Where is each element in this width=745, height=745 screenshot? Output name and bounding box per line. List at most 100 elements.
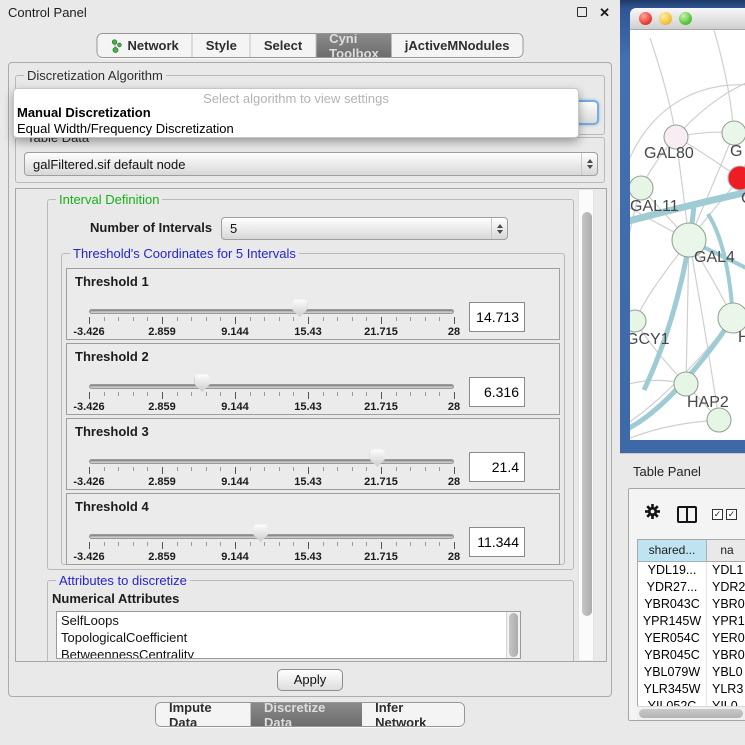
threshold-4-slider[interactable]: -3.4262.8599.14415.4321.71528 bbox=[89, 494, 454, 564]
numerical-attributes-list[interactable]: SelfLoopsTopologicalCoefficientBetweenne… bbox=[56, 611, 521, 659]
network-node[interactable] bbox=[630, 310, 646, 332]
node-label: G bbox=[730, 143, 742, 160]
apply-button[interactable]: Apply bbox=[277, 669, 343, 691]
dropdown-hint: Select algorithm to view settings bbox=[14, 89, 578, 105]
interval-definition-group: Interval Definition Number of Intervals … bbox=[47, 199, 574, 570]
slider-thumb[interactable] bbox=[253, 524, 268, 542]
combo-spinner-icon[interactable] bbox=[491, 218, 507, 239]
tick-label: 21.715 bbox=[364, 326, 398, 338]
number-of-intervals-combo[interactable]: 5 bbox=[221, 217, 508, 240]
window-titlebar[interactable] bbox=[630, 8, 745, 30]
threshold-2-slider[interactable]: -3.4262.8599.14415.4321.71528 bbox=[89, 344, 454, 414]
checkbox-icons[interactable]: ✓ ✓ bbox=[712, 509, 737, 520]
combo-value: galFiltered.sif default node bbox=[33, 157, 185, 172]
table-panel-title: Table Panel bbox=[633, 464, 701, 479]
table-row[interactable]: YPR145WYPR1 bbox=[638, 613, 745, 630]
float-window-icon[interactable] bbox=[577, 7, 587, 17]
table-horizontal-scrollbar[interactable] bbox=[637, 706, 745, 720]
tab-cyni-toolbox[interactable]: Cyni Toolbox bbox=[316, 34, 392, 57]
network-node[interactable] bbox=[728, 166, 745, 190]
tab-network[interactable]: Network bbox=[97, 34, 192, 57]
column-header-name[interactable]: na bbox=[707, 540, 745, 562]
table-row[interactable]: YIL052CYIL0 bbox=[638, 698, 745, 706]
attribute-list-item[interactable]: BetweennessCentrality bbox=[57, 646, 520, 659]
network-node[interactable] bbox=[722, 121, 745, 145]
threshold-1-slider[interactable]: -3.4262.8599.14415.4321.71528 bbox=[89, 269, 454, 339]
top-tab-bar: Network Style Select Cyni Toolbox jActiv… bbox=[96, 33, 523, 58]
network-canvas[interactable]: GAL80GCGAL11GAL4GCY1HHAP2 bbox=[630, 30, 745, 440]
tab-style[interactable]: Style bbox=[193, 34, 251, 57]
threshold-3-value-field[interactable]: 21.4 bbox=[469, 452, 525, 482]
tab-impute-data[interactable]: Impute Data bbox=[156, 703, 251, 726]
attribute-list-item[interactable]: SelfLoops bbox=[57, 612, 520, 629]
slider-thumb[interactable] bbox=[370, 449, 385, 467]
dropdown-option-manual[interactable]: Manual Discretization bbox=[14, 105, 578, 121]
network-node[interactable] bbox=[707, 408, 731, 432]
slider-track[interactable] bbox=[89, 534, 454, 539]
slider-track[interactable] bbox=[89, 309, 454, 314]
network-node[interactable] bbox=[630, 176, 653, 200]
node-label: C bbox=[741, 190, 745, 207]
threshold-3-slider[interactable]: -3.4262.8599.14415.4321.71528 bbox=[89, 419, 454, 489]
threshold-1-value-field[interactable]: 14.713 bbox=[469, 302, 525, 332]
slider-track[interactable] bbox=[89, 384, 454, 389]
combo-spinner-icon[interactable] bbox=[581, 153, 597, 175]
list-scrollbar[interactable] bbox=[506, 612, 520, 658]
column-header-shared-name[interactable]: shared... bbox=[638, 540, 707, 562]
table-row[interactable]: YDL19...YDL1 bbox=[638, 562, 745, 579]
zoom-traffic-light-icon[interactable] bbox=[679, 12, 692, 25]
tab-infer-network[interactable]: Infer Network bbox=[362, 703, 464, 726]
minimize-traffic-light-icon[interactable] bbox=[659, 12, 672, 25]
tick-label: 15.43 bbox=[294, 326, 322, 338]
slider-ticks: -3.4262.8599.14415.4321.71528 bbox=[89, 392, 454, 414]
group-title: Discretization Algorithm bbox=[24, 68, 166, 83]
threshold-2-panel: Threshold 2 -3.4262.8599.14415.4321.7152… bbox=[66, 343, 560, 415]
network-icon bbox=[110, 39, 122, 53]
scrollbar-thumb[interactable] bbox=[639, 709, 743, 718]
threshold-4-value-field[interactable]: 11.344 bbox=[469, 527, 525, 557]
table-row[interactable]: YLR345WYLR3 bbox=[638, 681, 745, 698]
table-row[interactable]: YDR27...YDR2 bbox=[638, 579, 745, 596]
table-row[interactable]: YBR043CYBR0 bbox=[638, 596, 745, 613]
scrollbar-thumb[interactable] bbox=[582, 212, 592, 616]
application-root: Control Panel ✕ Network Style Select Cyn… bbox=[0, 0, 745, 745]
close-icon[interactable]: ✕ bbox=[599, 6, 610, 19]
node-label: GAL11 bbox=[630, 198, 679, 215]
tab-select[interactable]: Select bbox=[251, 34, 316, 57]
table-header-row: shared... na bbox=[638, 540, 745, 562]
table-data-combo[interactable]: galFiltered.sif default node bbox=[24, 152, 598, 176]
tick-label: -3.426 bbox=[73, 476, 104, 488]
settings-scrollbar[interactable] bbox=[578, 190, 594, 660]
slider-thumb[interactable] bbox=[195, 374, 210, 392]
slider-thumb[interactable] bbox=[292, 299, 307, 317]
checkbox-icon[interactable]: ✓ bbox=[726, 509, 737, 520]
table-row[interactable]: YER054CYER0 bbox=[638, 630, 745, 647]
group-title: Attributes to discretize bbox=[56, 573, 190, 588]
control-panel-header: Control Panel ✕ bbox=[0, 0, 620, 24]
threshold-1-panel: Threshold 1 -3.4262.8599.14415.4321.7152… bbox=[66, 268, 560, 340]
tab-discretize-data[interactable]: Discretize Data bbox=[251, 703, 362, 726]
tab-jactivemnodules[interactable]: jActiveMNodules bbox=[392, 34, 523, 57]
tick-label: 9.144 bbox=[221, 551, 249, 563]
tick-label: 2.859 bbox=[148, 401, 176, 413]
table-row[interactable]: YBR045CYBR0 bbox=[638, 647, 745, 664]
gear-icon[interactable] bbox=[644, 503, 661, 525]
tick-label: 15.43 bbox=[294, 476, 322, 488]
dropdown-option-equal-width[interactable]: Equal Width/Frequency Discretization bbox=[14, 121, 578, 137]
close-traffic-light-icon[interactable] bbox=[639, 12, 652, 25]
cyni-toolbox-panel: Discretization Algorithm Select algorith… bbox=[8, 62, 612, 697]
network-node[interactable] bbox=[674, 372, 698, 396]
threshold-2-value-field[interactable]: 6.316 bbox=[469, 377, 525, 407]
settings-scroll-panel: Interval Definition Number of Intervals … bbox=[15, 188, 607, 662]
checkbox-icon[interactable]: ✓ bbox=[712, 509, 723, 520]
threshold-3-panel: Threshold 3 -3.4262.8599.14415.4321.7152… bbox=[66, 418, 560, 490]
slider-ticks: -3.4262.8599.14415.4321.71528 bbox=[89, 467, 454, 489]
threshold-4-panel: Threshold 4 -3.4262.8599.14415.4321.7152… bbox=[66, 493, 560, 565]
attribute-list-item[interactable]: TopologicalCoefficient bbox=[57, 629, 520, 646]
node-label: GCY1 bbox=[630, 331, 670, 348]
tick-label: 9.144 bbox=[221, 401, 249, 413]
split-columns-icon[interactable] bbox=[677, 506, 697, 523]
bottom-tab-bar: Impute Data Discretize Data Infer Networ… bbox=[155, 702, 465, 727]
table-row[interactable]: YBL079WYBL0 bbox=[638, 664, 745, 681]
slider-track[interactable] bbox=[89, 459, 454, 464]
